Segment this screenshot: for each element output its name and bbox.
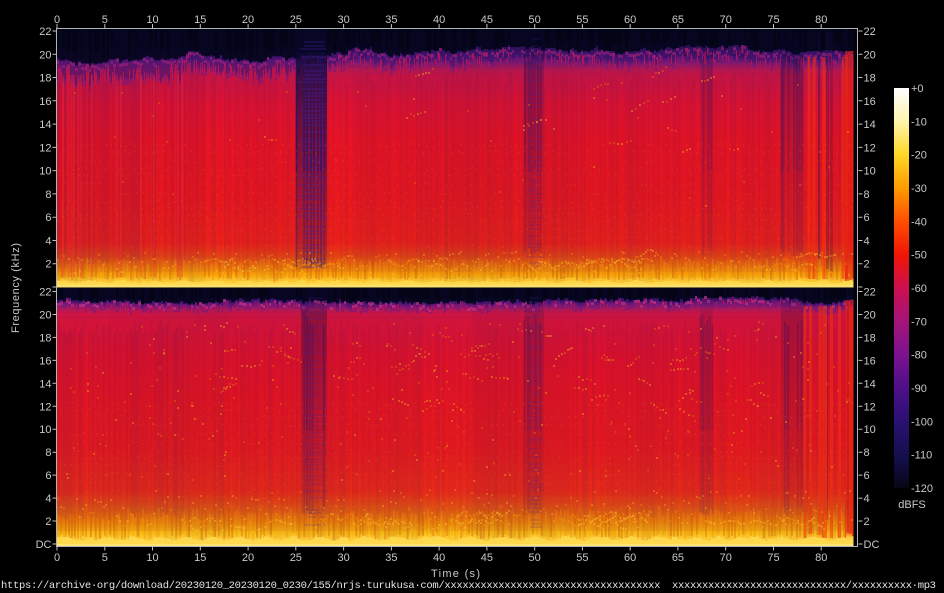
svg-text:18: 18: [39, 332, 51, 344]
svg-text:14: 14: [864, 119, 876, 131]
svg-text:10: 10: [146, 552, 158, 564]
svg-text:35: 35: [385, 14, 397, 26]
svg-text:45: 45: [481, 14, 493, 26]
svg-text:-60: -60: [911, 283, 927, 295]
svg-text:4: 4: [45, 235, 51, 247]
svg-text:12: 12: [39, 401, 51, 413]
svg-text:10: 10: [864, 424, 876, 436]
svg-text:8: 8: [864, 447, 870, 459]
svg-text:-40: -40: [911, 216, 927, 228]
svg-text:75: 75: [767, 14, 779, 26]
svg-text:55: 55: [576, 552, 588, 564]
svg-text:12: 12: [864, 142, 876, 154]
svg-text:14: 14: [39, 378, 51, 390]
svg-text:-120: -120: [911, 483, 933, 495]
svg-text:2: 2: [864, 259, 870, 271]
svg-text:6: 6: [45, 212, 51, 224]
svg-text:10: 10: [864, 166, 876, 178]
svg-text:30: 30: [337, 552, 349, 564]
svg-text:5: 5: [102, 14, 108, 26]
svg-text:0: 0: [54, 552, 60, 564]
svg-text:40: 40: [433, 14, 445, 26]
svg-text:70: 70: [720, 552, 732, 564]
svg-text:20: 20: [39, 49, 51, 61]
svg-text:5: 5: [102, 552, 108, 564]
svg-text:20: 20: [39, 309, 51, 321]
svg-text:-80: -80: [911, 350, 927, 362]
svg-text:-20: -20: [911, 150, 927, 162]
svg-text:22: 22: [39, 287, 51, 299]
svg-text:-30: -30: [911, 183, 927, 195]
svg-text:2: 2: [45, 516, 51, 528]
svg-text:45: 45: [481, 552, 493, 564]
svg-text:80: 80: [815, 14, 827, 26]
svg-text:16: 16: [39, 96, 51, 108]
svg-text:60: 60: [624, 14, 636, 26]
svg-text:10: 10: [146, 14, 158, 26]
svg-text:80: 80: [815, 552, 827, 564]
svg-text:16: 16: [864, 96, 876, 108]
svg-text:70: 70: [720, 14, 732, 26]
svg-text:12: 12: [39, 142, 51, 154]
svg-text:-50: -50: [911, 250, 927, 262]
svg-text:4: 4: [864, 235, 870, 247]
svg-text:22: 22: [864, 287, 876, 299]
svg-text:15: 15: [194, 552, 206, 564]
svg-text:-110: -110: [911, 450, 932, 462]
svg-text:+0: +0: [911, 83, 924, 95]
svg-text:18: 18: [39, 73, 51, 85]
svg-text:2: 2: [45, 259, 51, 271]
svg-text:60: 60: [624, 552, 636, 564]
svg-text:65: 65: [672, 14, 684, 26]
svg-text:20: 20: [864, 309, 876, 321]
svg-text:16: 16: [39, 355, 51, 367]
svg-text:DC: DC: [864, 539, 880, 551]
svg-text:Time (s): Time (s): [431, 568, 480, 580]
svg-text:22: 22: [864, 26, 876, 38]
svg-text:50: 50: [529, 552, 541, 564]
svg-text:15: 15: [194, 14, 206, 26]
svg-text:25: 25: [290, 552, 302, 564]
svg-text:4: 4: [45, 493, 51, 505]
svg-text:22: 22: [39, 26, 51, 38]
svg-text:18: 18: [864, 73, 876, 85]
svg-text:-90: -90: [911, 383, 927, 395]
svg-text:-100: -100: [911, 416, 933, 428]
svg-text:DC: DC: [36, 539, 52, 551]
svg-text:30: 30: [337, 14, 349, 26]
svg-text:65: 65: [672, 552, 684, 564]
svg-text:2: 2: [864, 516, 870, 528]
svg-text:14: 14: [864, 378, 876, 390]
svg-text:16: 16: [864, 355, 876, 367]
svg-text:20: 20: [242, 14, 254, 26]
svg-text:8: 8: [45, 189, 51, 201]
svg-text:https://archive·org/download/2: https://archive·org/download/20230120_20…: [1, 580, 936, 592]
svg-text:35: 35: [385, 552, 397, 564]
svg-text:25: 25: [290, 14, 302, 26]
svg-text:0: 0: [54, 14, 60, 26]
svg-text:6: 6: [864, 212, 870, 224]
svg-text:75: 75: [767, 552, 779, 564]
svg-text:50: 50: [529, 14, 541, 26]
svg-text:12: 12: [864, 401, 876, 413]
svg-text:10: 10: [39, 166, 51, 178]
svg-text:4: 4: [864, 493, 870, 505]
svg-text:6: 6: [45, 470, 51, 482]
svg-text:dBFS: dBFS: [898, 499, 926, 511]
svg-text:20: 20: [864, 49, 876, 61]
svg-text:8: 8: [45, 447, 51, 459]
svg-text:10: 10: [39, 424, 51, 436]
svg-text:8: 8: [864, 189, 870, 201]
svg-text:-70: -70: [911, 316, 927, 328]
svg-text:-10: -10: [911, 116, 927, 128]
svg-text:Frequency (kHz): Frequency (kHz): [10, 243, 22, 333]
svg-text:20: 20: [242, 552, 254, 564]
svg-text:14: 14: [39, 119, 51, 131]
svg-text:55: 55: [576, 14, 588, 26]
svg-text:6: 6: [864, 470, 870, 482]
svg-text:18: 18: [864, 332, 876, 344]
svg-text:40: 40: [433, 552, 445, 564]
